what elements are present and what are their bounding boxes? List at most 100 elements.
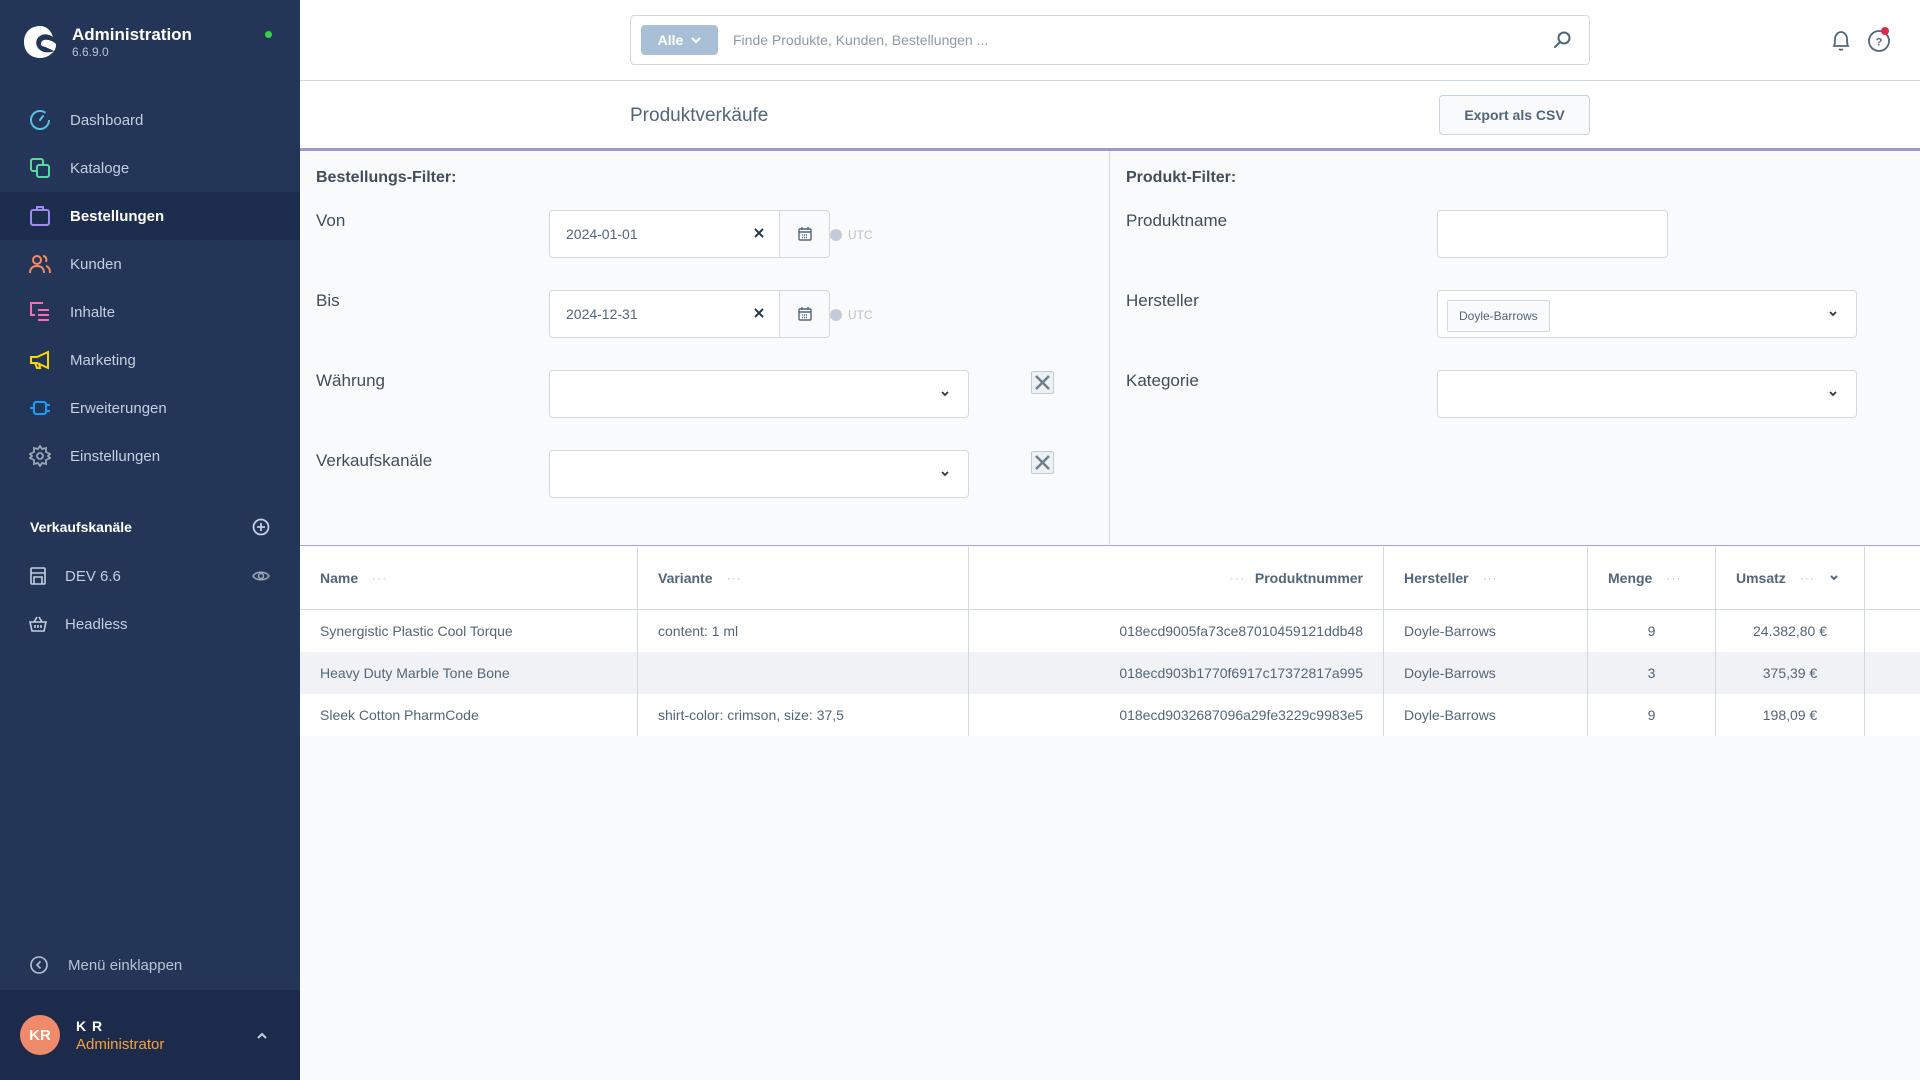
- chevron-up-icon[interactable]: [256, 1032, 268, 1040]
- column-menu-icon[interactable]: ···: [1666, 571, 1681, 585]
- column-menu-icon[interactable]: ···: [372, 571, 387, 585]
- timezone-label: UTC: [848, 228, 873, 242]
- cell-variant: [638, 652, 969, 694]
- sidebar-item-label: Erweiterungen: [70, 399, 167, 417]
- product-name-label: Produktname: [1126, 211, 1228, 230]
- content-icon: [29, 301, 51, 323]
- column-label: Variante: [658, 570, 713, 586]
- cell-name: Sleek Cotton PharmCode: [300, 694, 638, 736]
- top-bar: Alle ?: [300, 0, 1920, 81]
- column-label: Produktnummer: [1254, 570, 1363, 586]
- shopware-logo-icon: [24, 26, 56, 58]
- chevron-down-icon: [1829, 311, 1837, 317]
- column-header-name[interactable]: Name ···: [300, 547, 638, 609]
- table-row[interactable]: Heavy Duty Marble Tone Bone 018ecd903b17…: [300, 652, 1920, 694]
- clear-date-icon[interactable]: [751, 305, 767, 321]
- column-label: Hersteller: [1404, 570, 1469, 586]
- table-row[interactable]: Synergistic Plastic Cool Torque content:…: [300, 610, 1920, 652]
- clear-date-icon[interactable]: [751, 225, 767, 241]
- manufacturer-select[interactable]: Doyle-Barrows: [1437, 290, 1857, 338]
- page-header: Produktverkäufe Export als CSV: [300, 81, 1920, 151]
- sales-channel-list: DEV 6.6 Headless: [0, 552, 300, 648]
- product-name-input[interactable]: [1437, 210, 1668, 258]
- sidebar-item-marketing[interactable]: Marketing: [0, 336, 300, 384]
- sort-descending-icon[interactable]: [1829, 574, 1839, 582]
- calendar-icon: [797, 307, 812, 321]
- sidebar-item-customers[interactable]: Kunden: [0, 240, 300, 288]
- search-type-dropdown[interactable]: Alle: [641, 25, 718, 55]
- column-menu-icon[interactable]: ···: [1230, 571, 1245, 585]
- cell-spacer: [1865, 652, 1920, 694]
- close-icon: [1035, 455, 1050, 470]
- notification-badge: [1881, 27, 1889, 35]
- column-header-manufacturer[interactable]: Hersteller ···: [1384, 547, 1588, 609]
- cell-manufacturer: Doyle-Barrows: [1384, 694, 1588, 736]
- clock-icon: [830, 229, 842, 241]
- calendar-button[interactable]: [779, 211, 829, 257]
- column-header-variant[interactable]: Variante ···: [638, 547, 969, 609]
- search-type-label: Alle: [657, 32, 684, 48]
- export-csv-button[interactable]: Export als CSV: [1439, 95, 1590, 135]
- manufacturer-tag[interactable]: Doyle-Barrows: [1447, 300, 1550, 332]
- category-select[interactable]: [1437, 370, 1857, 418]
- column-menu-icon[interactable]: ···: [1800, 571, 1815, 585]
- from-date-value: 2024-01-01: [566, 226, 638, 242]
- timezone-label: UTC: [848, 308, 873, 322]
- search-input[interactable]: [733, 32, 1553, 48]
- user-role: Administrator: [76, 1035, 165, 1053]
- from-date-field[interactable]: 2024-01-01: [549, 210, 830, 258]
- sidebar-item-orders[interactable]: Bestellungen: [0, 192, 300, 240]
- chevron-down-icon: [1829, 391, 1837, 397]
- sidebar: Administration 6.6.9.0 Dashboard Katalog…: [0, 0, 300, 1080]
- saleschannels-select[interactable]: [549, 450, 969, 498]
- column-menu-icon[interactable]: ···: [726, 571, 741, 585]
- global-search: Alle: [630, 15, 1590, 65]
- calendar-button[interactable]: [779, 291, 829, 337]
- saleschannels-label: Verkaufskanäle: [316, 451, 433, 470]
- sidebar-item-extensions[interactable]: Erweiterungen: [0, 384, 300, 432]
- shopping-bag-icon: [29, 205, 51, 227]
- brand: Administration 6.6.9.0: [22, 22, 192, 62]
- sidebar-item-catalogs[interactable]: Kataloge: [0, 144, 300, 192]
- from-label: Von: [316, 211, 346, 230]
- currency-select[interactable]: [549, 370, 969, 418]
- sidebar-item-label: Marketing: [70, 351, 136, 369]
- eye-icon[interactable]: [252, 568, 270, 584]
- users-icon: [29, 253, 51, 275]
- table-header: Name ··· Variante ··· ··· Produktnummer Her…: [300, 547, 1920, 610]
- column-label: Menge: [1608, 570, 1653, 586]
- column-header-revenue[interactable]: Umsatz ···: [1716, 547, 1865, 609]
- column-header-product-number[interactable]: ··· Produktnummer: [969, 547, 1384, 609]
- chevron-down-icon: [691, 37, 702, 44]
- table-row[interactable]: Sleek Cotton PharmCode shirt-color: crim…: [300, 694, 1920, 736]
- clear-saleschannels-button[interactable]: [1031, 451, 1054, 474]
- to-date-value: 2024-12-31: [566, 306, 638, 322]
- sales-channel-dev[interactable]: DEV 6.6: [0, 552, 300, 600]
- to-label: Bis: [316, 291, 340, 310]
- sidebar-item-label: Einstellungen: [70, 447, 161, 465]
- column-menu-icon[interactable]: ···: [1483, 571, 1498, 585]
- cell-product-number: 018ecd9032687096a29fe3229c9983e5: [969, 694, 1384, 736]
- bell-icon[interactable]: [1829, 29, 1853, 53]
- sidebar-item-content[interactable]: Inhalte: [0, 288, 300, 336]
- user-panel[interactable]: KR K R Administrator: [0, 990, 300, 1080]
- filter-panel: Bestellungs-Filter: Von 2024-01-01 UTC B…: [300, 151, 1920, 546]
- sidebar-item-dashboard[interactable]: Dashboard: [0, 96, 300, 144]
- close-icon: [1035, 375, 1050, 390]
- column-header-quantity[interactable]: Menge ···: [1588, 547, 1716, 609]
- add-sales-channel-icon[interactable]: [252, 518, 270, 536]
- page-title: Produktverkäufe: [630, 105, 769, 126]
- cell-variant: content: 1 ml: [638, 610, 969, 652]
- sales-channels-heading: Verkaufskanäle: [30, 519, 132, 535]
- clear-currency-button[interactable]: [1031, 371, 1054, 394]
- collapse-menu-button[interactable]: Menü einklappen: [0, 940, 300, 990]
- search-icon[interactable]: [1553, 31, 1571, 49]
- cell-quantity: 9: [1588, 610, 1716, 652]
- to-date-field[interactable]: 2024-12-31: [549, 290, 830, 338]
- clock-icon: [830, 309, 842, 321]
- cell-revenue: 198,09 €: [1716, 694, 1865, 736]
- sales-channel-headless[interactable]: Headless: [0, 600, 300, 648]
- sidebar-item-label: Dashboard: [70, 111, 144, 129]
- filter-divider: [1109, 151, 1110, 546]
- sidebar-item-settings[interactable]: Einstellungen: [0, 432, 300, 480]
